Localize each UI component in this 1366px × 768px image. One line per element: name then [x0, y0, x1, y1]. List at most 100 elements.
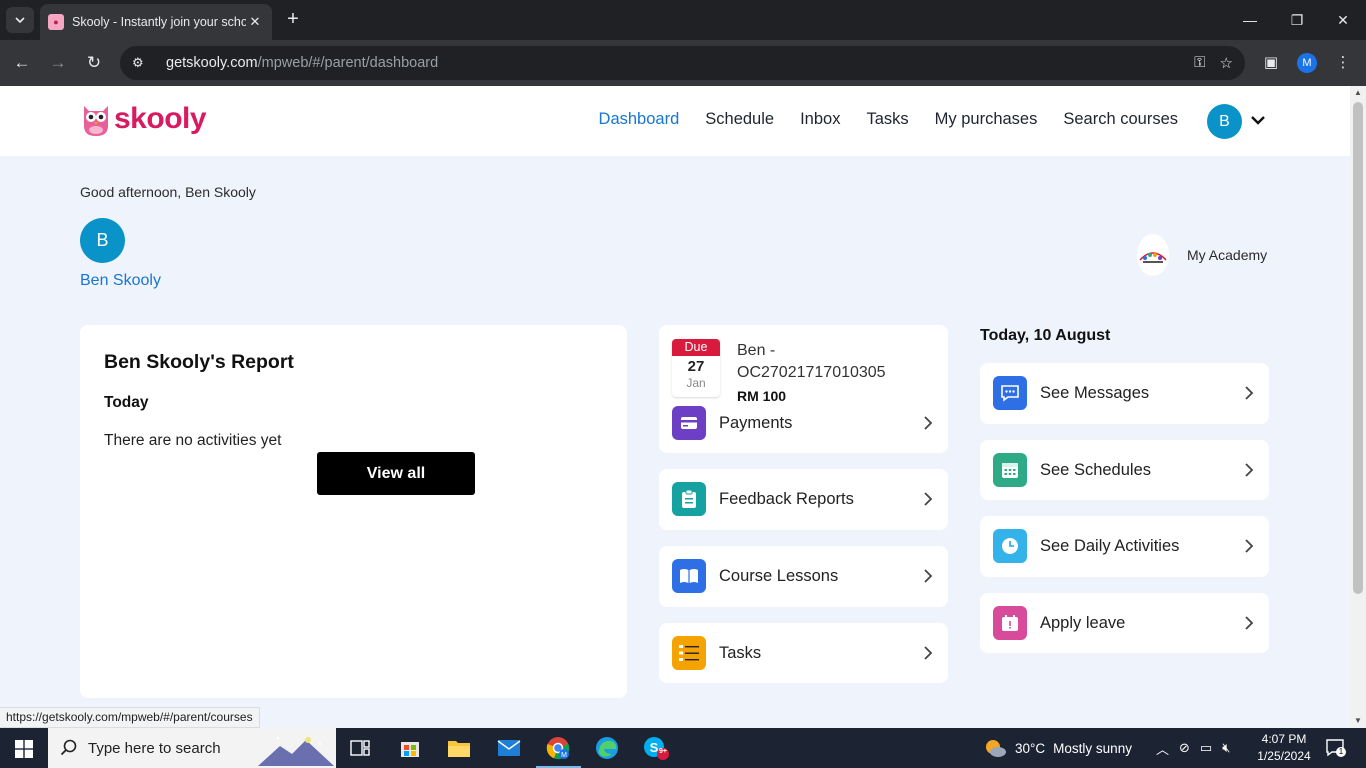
user-avatar[interactable]: B — [80, 218, 125, 263]
browser-profile-avatar[interactable]: M — [1297, 53, 1317, 73]
see-schedules-label: See Schedules — [1040, 461, 1151, 479]
side-panel-icon[interactable]: ▣ — [1259, 51, 1283, 75]
chevron-right-icon — [1244, 538, 1256, 554]
clipboard-icon — [672, 482, 706, 516]
due-label: Due — [672, 339, 720, 356]
scroll-down-arrow-icon[interactable]: ▼ — [1350, 714, 1366, 728]
calendar-alert-icon — [993, 606, 1027, 640]
view-all-button[interactable]: View all — [317, 452, 475, 495]
close-window-button[interactable]: ✕ — [1328, 8, 1358, 32]
tasks-card[interactable]: Tasks — [659, 623, 948, 683]
nav-my-purchases[interactable]: My purchases — [935, 110, 1038, 129]
academy-logo-icon — [1139, 252, 1167, 263]
back-arrow-icon[interactable]: ← — [10, 51, 34, 75]
chevron-right-icon — [923, 645, 935, 661]
tab-close-icon[interactable]: ✕ — [246, 14, 264, 30]
search-placeholder: Type here to search — [88, 739, 221, 757]
academy-logo[interactable] — [1137, 234, 1169, 276]
page-viewport: skooly Dashboard Schedule Inbox Tasks My… — [0, 86, 1350, 728]
url-host: getskooly.com — [166, 55, 258, 71]
report-title: Ben Skooly's Report — [104, 351, 294, 373]
apply-leave-card[interactable]: Apply leave — [980, 593, 1269, 653]
nav-search-courses[interactable]: Search courses — [1063, 110, 1178, 129]
tasks-label: Tasks — [719, 644, 762, 662]
notification-center-icon[interactable]: 1 — [1326, 739, 1346, 757]
chrome-icon[interactable]: M — [544, 734, 572, 762]
file-explorer-icon[interactable] — [445, 734, 473, 762]
chevron-right-icon — [923, 491, 935, 507]
page-scrollbar[interactable]: ▲ ▼ — [1350, 86, 1366, 728]
see-daily-activities-card[interactable]: See Daily Activities — [980, 516, 1269, 577]
browser-tab-active[interactable]: ● Skooly - Instantly join your scho ✕ — [40, 4, 272, 40]
due-month: Jan — [686, 376, 706, 390]
clock-icon — [993, 529, 1027, 563]
network-disconnected-icon[interactable]: ⊘ — [1179, 740, 1190, 756]
show-hidden-icons-chevron-icon[interactable]: ︿ — [1156, 739, 1169, 758]
book-icon — [672, 559, 706, 593]
partly-sunny-icon — [986, 740, 1006, 757]
key-icon[interactable]: ⚿ — [1194, 54, 1205, 72]
scroll-up-arrow-icon[interactable]: ▲ — [1350, 86, 1366, 100]
scroll-thumb[interactable] — [1353, 102, 1363, 594]
browser-tab-bar: ● Skooly - Instantly join your scho ✕ + … — [0, 0, 1366, 40]
address-bar[interactable]: ⚙ getskooly.com/mpweb/#/parent/dashboard… — [120, 46, 1245, 80]
windows-start-icon[interactable] — [15, 740, 33, 758]
course-lessons-card[interactable]: Course Lessons — [659, 546, 948, 607]
report-empty-text: There are no activities yet — [104, 432, 282, 449]
tab-search-button[interactable] — [6, 7, 34, 33]
search-highlight-image-icon — [258, 736, 334, 766]
checklist-icon — [672, 636, 706, 670]
new-tab-button[interactable]: + — [282, 8, 304, 30]
weather-widget[interactable]: 30°C Mostly sunny — [983, 728, 1132, 768]
nav-inbox[interactable]: Inbox — [800, 110, 840, 129]
skooly-favicon-icon: ● — [48, 14, 64, 30]
minimize-button[interactable]: — — [1235, 8, 1265, 32]
due-day: 27 — [687, 358, 705, 375]
temperature: 30°C — [1015, 740, 1046, 756]
see-schedules-card[interactable]: See Schedules — [980, 440, 1269, 500]
bookmark-star-icon[interactable]: ☆ — [1220, 54, 1233, 72]
chevron-right-icon — [1244, 385, 1256, 401]
see-daily-activities-label: See Daily Activities — [1040, 537, 1180, 555]
apply-leave-label: Apply leave — [1040, 614, 1126, 632]
nav-tasks[interactable]: Tasks — [866, 110, 908, 129]
taskbar-clock[interactable]: 4:07 PM 1/25/2024 — [1252, 731, 1316, 765]
main-nav: Dashboard Schedule Inbox Tasks My purcha… — [599, 110, 1178, 129]
browser-menu-icon[interactable]: ⋮ — [1331, 51, 1355, 75]
task-view-icon[interactable] — [346, 734, 374, 762]
battery-icon[interactable]: ▭ — [1200, 740, 1212, 756]
skooly-logo[interactable]: skooly — [80, 100, 207, 138]
nav-dashboard[interactable]: Dashboard — [599, 110, 680, 129]
course-lessons-label: Course Lessons — [719, 567, 839, 585]
chevron-right-icon — [1244, 615, 1256, 631]
greeting-text: Good afternoon, Ben Skooly — [80, 184, 256, 200]
report-section-today: Today — [104, 394, 149, 411]
feedback-reports-card[interactable]: Feedback Reports — [659, 469, 948, 530]
user-name-link[interactable]: Ben Skooly — [80, 272, 161, 290]
mail-icon[interactable] — [495, 734, 523, 762]
site-info-icon[interactable]: ⚙ — [132, 55, 152, 71]
restore-button[interactable]: ❐ — [1282, 8, 1312, 32]
today-date-heading: Today, 10 August — [980, 327, 1111, 344]
search-icon — [60, 739, 77, 756]
header-avatar[interactable]: B — [1207, 104, 1242, 139]
reload-icon[interactable]: ↻ — [82, 51, 106, 75]
payments-card[interactable]: Due 27 Jan Ben - OC27021717010305 RM 100… — [659, 325, 948, 453]
skype-icon[interactable]: S 9+ — [642, 734, 670, 762]
logo-text: skooly — [114, 102, 207, 135]
calendar-grid-icon — [993, 453, 1027, 487]
forward-arrow-icon[interactable]: → — [46, 51, 70, 75]
see-messages-card[interactable]: See Messages — [980, 363, 1269, 424]
skype-badge: 9+ — [659, 748, 667, 755]
edge-icon[interactable] — [593, 734, 621, 762]
owl-logo-icon — [84, 106, 108, 136]
volume-muted-icon[interactable]: 🔇︎ — [1222, 740, 1230, 756]
chevron-right-icon — [923, 415, 935, 431]
report-card: Ben Skooly's Report Today There are no a… — [80, 325, 627, 698]
microsoft-store-icon[interactable] — [396, 734, 424, 762]
academy-name[interactable]: My Academy — [1187, 247, 1267, 263]
nav-schedule[interactable]: Schedule — [705, 110, 774, 129]
notification-count: 1 — [1338, 747, 1344, 756]
browser-toolbar: ← → ↻ ⚙ getskooly.com/mpweb/#/parent/das… — [0, 40, 1366, 86]
account-menu-chevron-icon[interactable] — [1250, 110, 1266, 130]
